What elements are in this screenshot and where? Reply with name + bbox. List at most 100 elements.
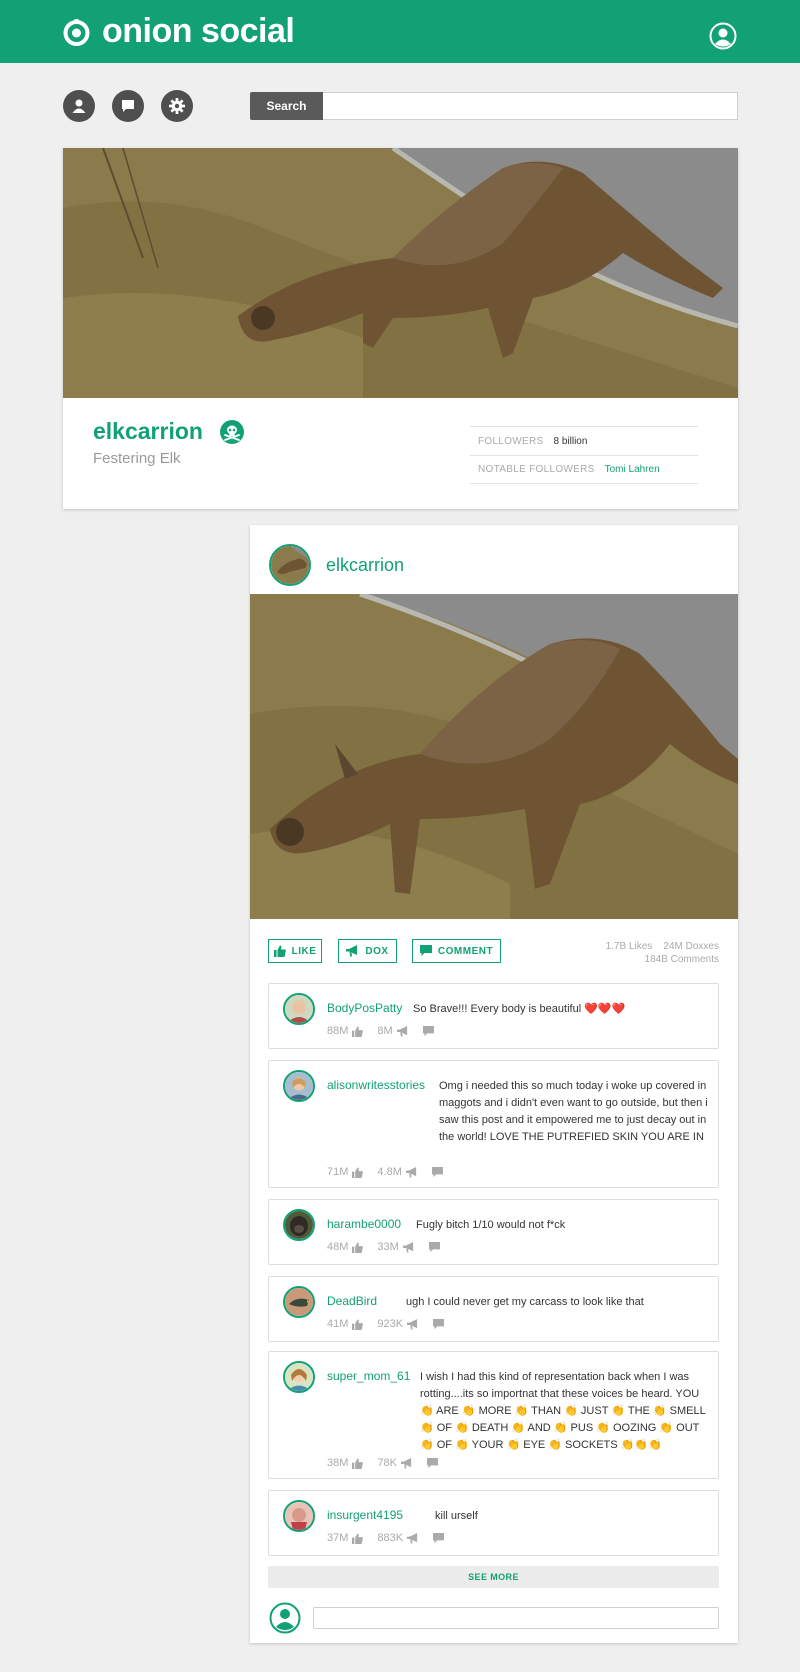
messages-icon xyxy=(122,100,134,112)
comment-doxxes: 33M xyxy=(377,1241,399,1253)
profile-icon xyxy=(72,99,86,113)
megaphone-icon xyxy=(346,945,358,957)
thumbs-up-icon[interactable] xyxy=(352,1318,364,1330)
megaphone-icon[interactable] xyxy=(407,1532,419,1544)
profile-username[interactable]: elkcarrion xyxy=(93,418,203,445)
post-doxxes-count[interactable]: 24M Doxxes xyxy=(663,941,719,952)
megaphone-icon[interactable] xyxy=(401,1457,413,1469)
notable-followers-row: NOTABLE FOLLOWERS Tomi Lahren xyxy=(470,455,698,484)
avatar-image xyxy=(285,1211,313,1239)
app-header: onion social xyxy=(0,0,800,63)
megaphone-icon[interactable] xyxy=(405,1166,418,1178)
comment-username[interactable]: BodyPosPatty xyxy=(327,1001,402,1015)
like-label: LIKE xyxy=(291,945,317,957)
thumbs-up-icon[interactable] xyxy=(352,1166,364,1178)
comment-username[interactable]: harambe0000 xyxy=(327,1217,401,1231)
search-input[interactable] xyxy=(323,92,738,120)
profile-subtitle: Festering Elk xyxy=(93,450,181,467)
reply-bubble-icon[interactable] xyxy=(433,1318,445,1330)
avatar-image xyxy=(285,1072,313,1100)
commenter-avatar[interactable] xyxy=(283,1209,315,1241)
commenter-avatar[interactable] xyxy=(283,1286,315,1318)
post-author-name[interactable]: elkcarrion xyxy=(326,555,404,576)
thumbs-up-icon[interactable] xyxy=(352,1241,364,1253)
dox-label: DOX xyxy=(365,945,389,957)
comment-likes: 88M xyxy=(327,1025,349,1037)
comment-likes: 41M xyxy=(327,1318,349,1330)
comment-doxxes: 923K xyxy=(377,1318,404,1330)
cover-photo xyxy=(63,148,738,398)
comment-input[interactable] xyxy=(313,1607,719,1629)
like-button[interactable]: LIKE xyxy=(268,939,322,963)
comment-text: Omg i needed this so much today i woke u… xyxy=(439,1080,708,1143)
profile-button[interactable] xyxy=(63,90,95,122)
comment-meta: 41M 923K xyxy=(327,1318,445,1330)
comment-username[interactable]: super_mom_61 xyxy=(327,1369,410,1383)
post-author-avatar[interactable] xyxy=(269,544,311,586)
reply-bubble-icon[interactable] xyxy=(431,1166,443,1178)
megaphone-icon[interactable] xyxy=(407,1318,419,1330)
comment-likes: 48M xyxy=(327,1241,349,1253)
comment-item: super_mom_61 I wish I had this kind of r… xyxy=(268,1351,719,1479)
comment-item: BodyPosPatty So Brave!!! Every body is b… xyxy=(268,983,719,1049)
messages-button[interactable] xyxy=(112,90,144,122)
commenter-avatar[interactable] xyxy=(283,993,315,1025)
comment-doxxes: 883K xyxy=(377,1532,404,1544)
dox-button[interactable]: DOX xyxy=(338,939,397,963)
thumbs-up-icon[interactable] xyxy=(352,1532,364,1544)
comment-meta: 37M 883K xyxy=(327,1532,445,1544)
megaphone-icon[interactable] xyxy=(402,1241,415,1253)
comment-button[interactable]: COMMENT xyxy=(412,939,501,963)
post-photo xyxy=(250,594,738,919)
comment-username[interactable]: DeadBird xyxy=(327,1294,377,1308)
commenter-avatar[interactable] xyxy=(283,1070,315,1102)
thumbs-up-icon[interactable] xyxy=(352,1457,364,1469)
comment-doxxes: 4.8M xyxy=(377,1166,402,1178)
app-title[interactable]: onion social xyxy=(102,12,295,51)
current-user-avatar-icon[interactable] xyxy=(269,1602,301,1634)
comment-text: ugh I could never get my carcass to look… xyxy=(406,1296,644,1308)
reply-bubble-icon[interactable] xyxy=(422,1025,434,1037)
followers-label: FOLLOWERS xyxy=(478,435,544,447)
settings-button[interactable] xyxy=(161,90,193,122)
comment-item: DeadBird ugh I could never get my carcas… xyxy=(268,1276,719,1342)
comment-item: insurgent4195 kill urself 37M 883K xyxy=(268,1490,719,1556)
post-likes-count[interactable]: 1.7B Likes xyxy=(606,941,653,952)
comment-text: I wish I had this kind of representation… xyxy=(420,1371,706,1451)
account-icon[interactable] xyxy=(709,22,737,50)
comment-likes: 38M xyxy=(327,1457,349,1469)
comment-username[interactable]: insurgent4195 xyxy=(327,1508,403,1522)
notable-followers-label: NOTABLE FOLLOWERS xyxy=(478,464,595,475)
elk-avatar-image xyxy=(271,546,309,584)
search-button[interactable]: Search xyxy=(250,92,323,120)
comment-bubble-icon xyxy=(419,945,432,956)
comment-username[interactable]: alisonwritesstories xyxy=(327,1078,425,1092)
comment-meta: 71M 4.8M xyxy=(327,1166,443,1178)
notable-follower-link[interactable]: Tomi Lahren xyxy=(605,464,660,475)
thumbs-up-icon[interactable] xyxy=(352,1025,364,1037)
reply-bubble-icon[interactable] xyxy=(428,1241,440,1253)
onion-logo-icon[interactable] xyxy=(63,19,90,46)
avatar-image xyxy=(285,1363,313,1391)
comment-text: So Brave!!! Every body is beautiful ❤️❤️… xyxy=(413,1003,626,1015)
comment-meta: 88M 8M xyxy=(327,1025,434,1037)
megaphone-icon[interactable] xyxy=(396,1025,409,1037)
comment-item: alisonwritesstories Omg i needed this so… xyxy=(268,1060,719,1188)
comment-doxxes: 78K xyxy=(377,1457,397,1469)
followers-value: 8 billion xyxy=(553,435,588,447)
gear-icon xyxy=(169,98,185,114)
search-bar: Search xyxy=(250,92,738,120)
see-more-button[interactable]: SEE MORE xyxy=(268,1566,719,1588)
comment-likes: 71M xyxy=(327,1166,349,1178)
comment-meta: 48M 33M xyxy=(327,1241,440,1253)
reply-bubble-icon[interactable] xyxy=(433,1532,445,1544)
commenter-avatar[interactable] xyxy=(283,1361,315,1393)
profile-card: elkcarrion Festering Elk FOLLOWERS 8 bil… xyxy=(63,148,738,509)
comment-meta: 38M 78K xyxy=(327,1457,438,1469)
reply-bubble-icon[interactable] xyxy=(426,1457,438,1469)
avatar-image xyxy=(285,995,313,1023)
post-comments-count[interactable]: 184B Comments xyxy=(645,954,719,965)
comment-item: harambe0000 Fugly bitch 1/10 would not f… xyxy=(268,1199,719,1265)
commenter-avatar[interactable] xyxy=(283,1500,315,1532)
comment-doxxes: 8M xyxy=(377,1025,393,1037)
